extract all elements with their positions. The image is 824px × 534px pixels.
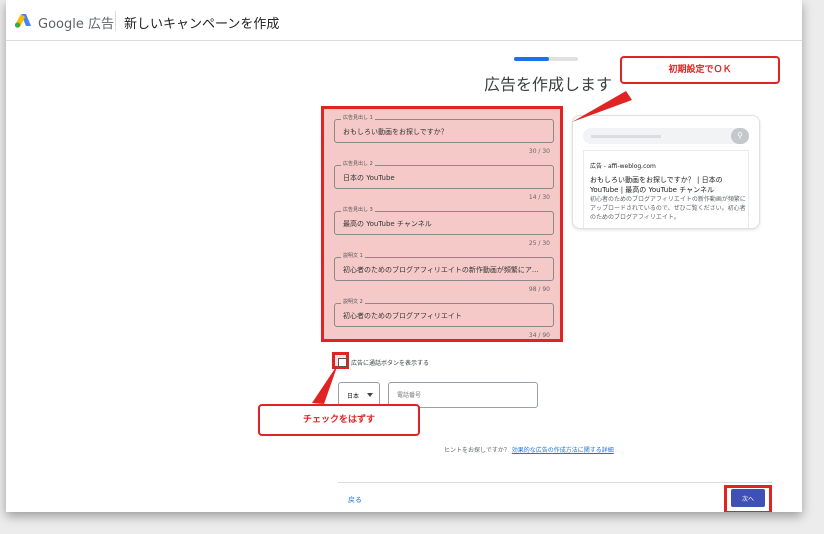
callout-uncheck: チェックをはずす xyxy=(258,404,420,436)
hint-link[interactable]: 効果的な広告の作成方法に関する詳細 xyxy=(512,447,614,454)
call-button-checkbox-highlight xyxy=(332,352,349,369)
hint-text: ヒントをお探しですか？ 効果的な広告の作成方法に関する詳細 xyxy=(444,445,614,454)
country-value: 日本 xyxy=(347,393,360,400)
call-button-checkbox[interactable] xyxy=(338,358,347,367)
chevron-down-icon xyxy=(367,393,373,397)
callout-defaults-ok: 初期設定でＯＫ xyxy=(620,56,780,84)
back-button[interactable]: 戻る xyxy=(348,495,362,505)
hint-question: ヒントをお探しですか？ xyxy=(444,447,510,454)
callout-arrow-uncheck xyxy=(312,364,338,404)
country-select[interactable]: 日本 xyxy=(338,382,380,406)
footer-divider xyxy=(338,482,772,483)
call-button-label: 広告に通話ボタンを表示する xyxy=(351,360,430,367)
callout-arrow-defaults xyxy=(572,91,632,122)
ads-campaign-window: Google 広告 新しいキャンペーンを作成 広告を作成します 広告見出し 1 … xyxy=(6,0,802,512)
next-button[interactable]: 次へ xyxy=(731,489,765,507)
